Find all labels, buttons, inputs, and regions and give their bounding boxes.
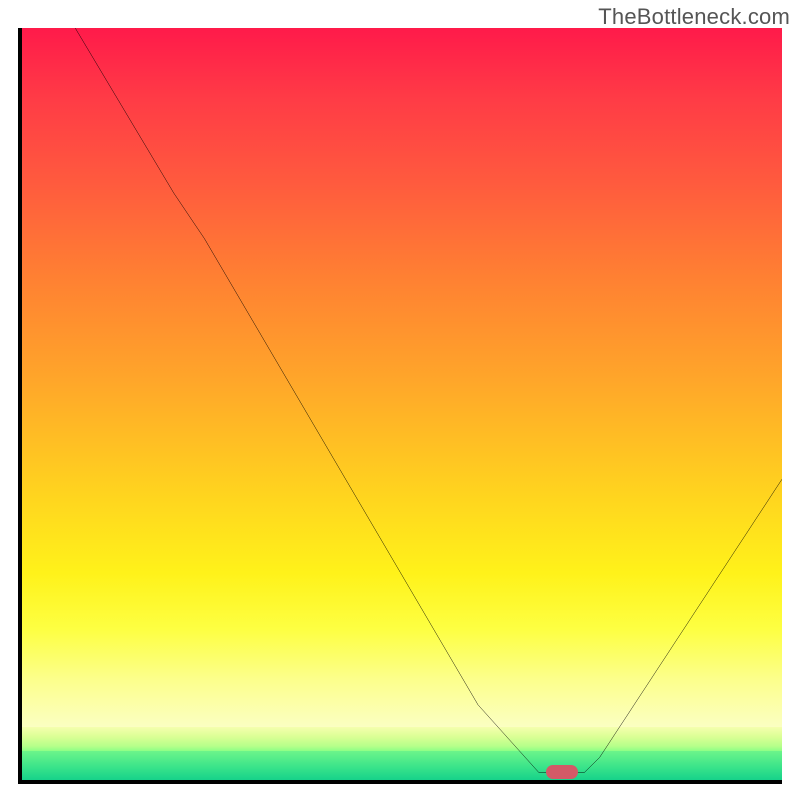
curve-path <box>75 28 782 772</box>
bottleneck-curve <box>22 28 782 780</box>
plot-frame <box>18 28 782 784</box>
plot-area <box>22 28 782 780</box>
chart-container: TheBottleneck.com <box>0 0 800 800</box>
optimal-marker <box>546 765 578 779</box>
watermark-text: TheBottleneck.com <box>598 4 790 30</box>
